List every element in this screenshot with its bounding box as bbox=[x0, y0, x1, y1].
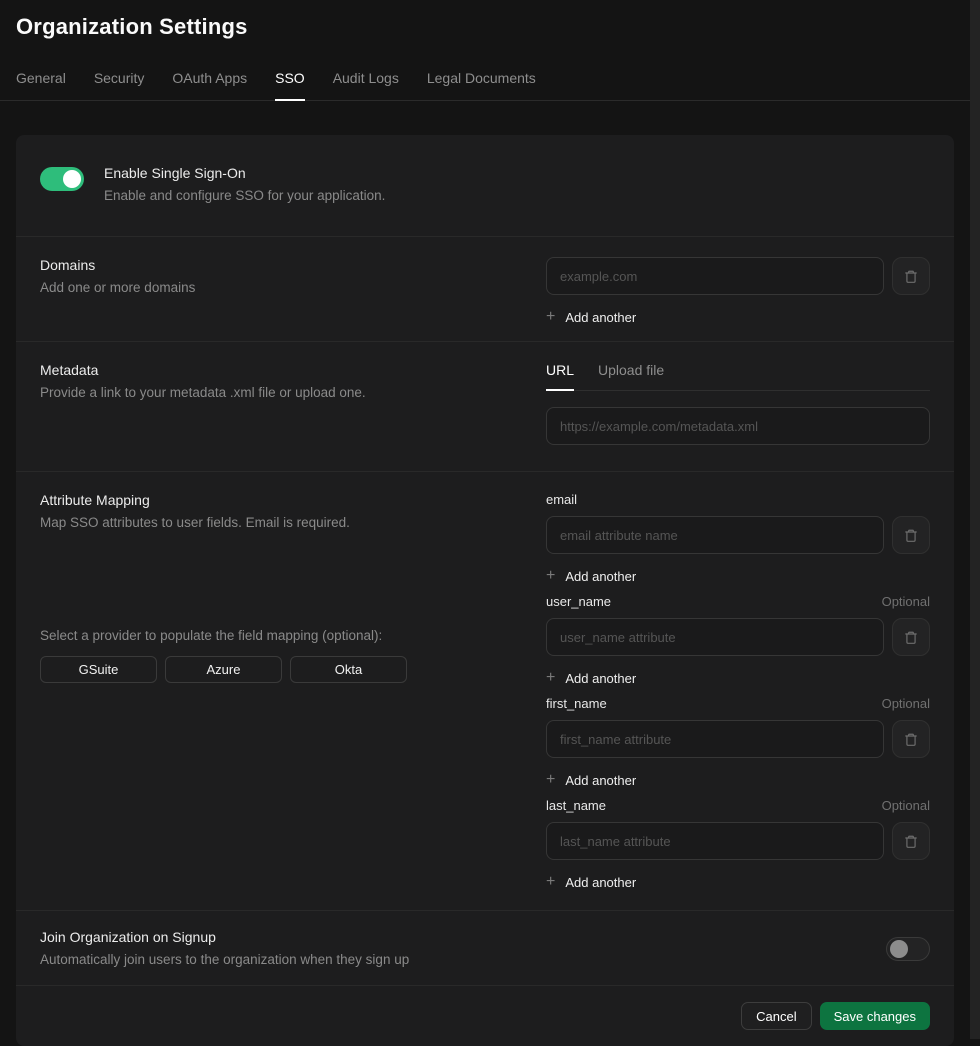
cancel-button[interactable]: Cancel bbox=[741, 1002, 811, 1030]
trash-icon bbox=[904, 269, 918, 284]
attribute-field-label: user_name bbox=[546, 594, 611, 609]
metadata-tab-upload-file[interactable]: Upload file bbox=[598, 362, 664, 390]
join-org-description: Automatically join users to the organiza… bbox=[40, 952, 409, 967]
attribute-mapping-label: Attribute Mapping bbox=[40, 492, 540, 508]
tab-sso[interactable]: SSO bbox=[275, 70, 305, 101]
domains-description: Add one or more domains bbox=[40, 280, 540, 295]
metadata-tab-url[interactable]: URL bbox=[546, 362, 574, 391]
delete-attribute-button[interactable] bbox=[892, 618, 930, 656]
domains-section: Domains Add one or more domains + Add an… bbox=[16, 236, 954, 341]
optional-badge: Optional bbox=[882, 696, 930, 711]
tab-security[interactable]: Security bbox=[94, 70, 145, 100]
page-header: Organization Settings bbox=[0, 0, 970, 40]
attribute-mapping-section: Attribute Mapping Map SSO attributes to … bbox=[16, 471, 954, 910]
trash-icon bbox=[904, 732, 918, 747]
attribute-field-label: email bbox=[546, 492, 577, 507]
attribute-input-first-name[interactable] bbox=[546, 720, 884, 758]
delete-domain-button[interactable] bbox=[892, 257, 930, 295]
join-org-title: Join Organization on Signup bbox=[40, 929, 409, 945]
toggle-knob bbox=[63, 170, 81, 188]
provider-button-gsuite[interactable]: GSuite bbox=[40, 656, 157, 683]
plus-icon: + bbox=[546, 874, 555, 890]
attribute-input-user-name[interactable] bbox=[546, 618, 884, 656]
plus-icon: + bbox=[546, 670, 555, 686]
add-another-link[interactable]: + Add another bbox=[546, 772, 636, 788]
attribute-field-group-user-name: user_name Optional + Add another bbox=[546, 594, 930, 686]
tab-general[interactable]: General bbox=[16, 70, 66, 100]
attribute-mapping-description: Map SSO attributes to user fields. Email… bbox=[40, 515, 540, 530]
metadata-label: Metadata bbox=[40, 362, 540, 378]
card-footer: Cancel Save changes bbox=[16, 985, 954, 1046]
metadata-tab-bar: URL Upload file bbox=[546, 362, 930, 391]
tab-bar: General Security OAuth Apps SSO Audit Logs Le… bbox=[0, 70, 970, 101]
delete-attribute-button[interactable] bbox=[892, 720, 930, 758]
save-changes-button[interactable]: Save changes bbox=[820, 1002, 930, 1030]
optional-badge: Optional bbox=[882, 594, 930, 609]
provider-buttons: GSuite Azure Okta bbox=[40, 656, 540, 683]
plus-icon: + bbox=[546, 772, 555, 788]
trash-icon bbox=[904, 834, 918, 849]
attribute-field-group-last-name: last_name Optional + Add another bbox=[546, 798, 930, 890]
metadata-section: Metadata Provide a link to your metadata… bbox=[16, 341, 954, 471]
tab-audit-logs[interactable]: Audit Logs bbox=[333, 70, 399, 100]
metadata-description: Provide a link to your metadata .xml fil… bbox=[40, 385, 540, 400]
delete-attribute-button[interactable] bbox=[892, 822, 930, 860]
provider-button-okta[interactable]: Okta bbox=[290, 656, 407, 683]
add-another-link[interactable]: + Add another bbox=[546, 670, 636, 686]
enable-sso-toggle[interactable] bbox=[40, 167, 84, 191]
attribute-fields: email + Add another user_name Optional bbox=[546, 492, 930, 900]
attribute-field-label: first_name bbox=[546, 696, 607, 711]
trash-icon bbox=[904, 528, 918, 543]
attribute-field-group-email: email + Add another bbox=[546, 492, 930, 584]
enable-sso-description: Enable and configure SSO for your applic… bbox=[104, 188, 385, 203]
attribute-field-label: last_name bbox=[546, 798, 606, 813]
enable-sso-section: Enable Single Sign-On Enable and configu… bbox=[16, 135, 954, 236]
tab-oauth-apps[interactable]: OAuth Apps bbox=[172, 70, 247, 100]
delete-attribute-button[interactable] bbox=[892, 516, 930, 554]
add-another-link[interactable]: + Add another bbox=[546, 568, 636, 584]
attribute-field-group-first-name: first_name Optional + Add another bbox=[546, 696, 930, 788]
domain-input[interactable] bbox=[546, 257, 884, 295]
provider-prompt: Select a provider to populate the field … bbox=[40, 628, 540, 643]
optional-badge: Optional bbox=[882, 798, 930, 813]
join-org-toggle[interactable] bbox=[886, 937, 930, 961]
plus-icon: + bbox=[546, 568, 555, 584]
trash-icon bbox=[904, 630, 918, 645]
scrollbar-track[interactable] bbox=[970, 0, 980, 1039]
domains-label: Domains bbox=[40, 257, 540, 273]
join-org-section: Join Organization on Signup Automaticall… bbox=[16, 910, 954, 985]
attribute-input-last-name[interactable] bbox=[546, 822, 884, 860]
metadata-url-input[interactable] bbox=[546, 407, 930, 445]
toggle-knob bbox=[890, 940, 908, 958]
sso-settings-card: Enable Single Sign-On Enable and configu… bbox=[16, 135, 954, 1046]
tab-legal-documents[interactable]: Legal Documents bbox=[427, 70, 536, 100]
enable-sso-title: Enable Single Sign-On bbox=[104, 165, 385, 181]
provider-button-azure[interactable]: Azure bbox=[165, 656, 282, 683]
add-another-link[interactable]: + Add another bbox=[546, 874, 636, 890]
add-domain-link[interactable]: + Add another bbox=[546, 309, 636, 325]
page-title: Organization Settings bbox=[16, 14, 954, 40]
attribute-input-email[interactable] bbox=[546, 516, 884, 554]
plus-icon: + bbox=[546, 309, 555, 325]
